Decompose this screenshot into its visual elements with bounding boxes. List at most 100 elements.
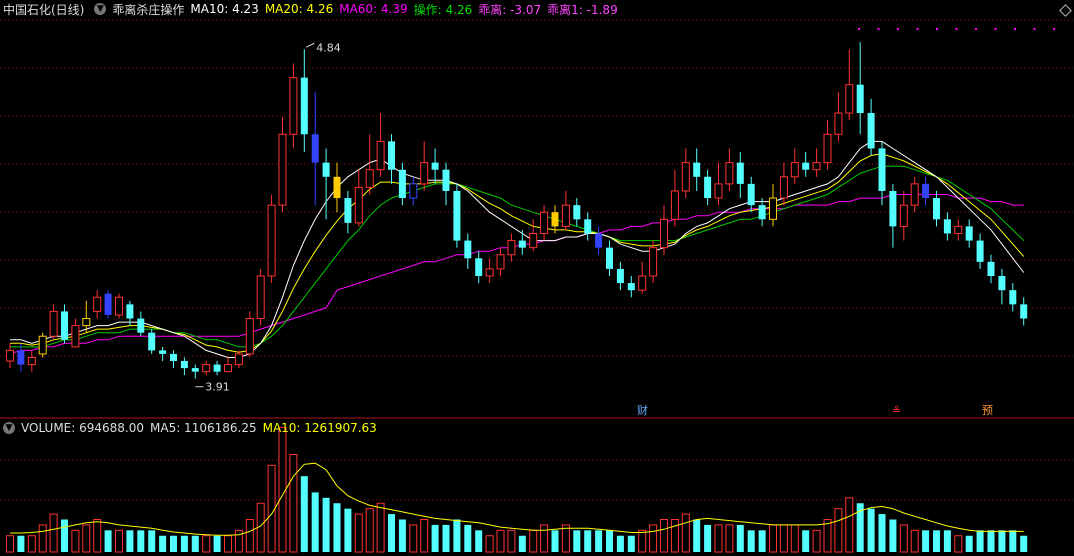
volume-bar: [606, 530, 613, 552]
candle-body: [954, 225, 963, 234]
candle-body: [61, 311, 68, 340]
volume-bar: [933, 530, 940, 552]
candle-body: [398, 169, 406, 199]
volume-bar: [388, 514, 395, 552]
kline-chart: 4.84 3.91 财 ≗ 预: [0, 19, 1074, 553]
volume-bar: [431, 524, 439, 552]
signal-dot: [858, 28, 860, 30]
candle-body: [333, 176, 341, 199]
indicator-name[interactable]: 乖离杀庄操作: [112, 1, 184, 18]
volume-bar: [409, 524, 418, 553]
volume-bar: [1020, 535, 1028, 552]
signal-dot: [955, 28, 958, 30]
volume-bar: [344, 508, 352, 552]
volume-bar: [736, 524, 744, 552]
op-value: 操作: 4.26: [413, 2, 473, 17]
candle-body: [736, 162, 744, 184]
candle-body: [245, 318, 254, 355]
candle-body: [747, 183, 755, 206]
volume-bar: [213, 535, 221, 552]
signal-dot: [877, 28, 880, 30]
candle-body: [779, 176, 788, 199]
candle-body: [725, 162, 734, 185]
volume-bar: [779, 524, 788, 553]
candle-body: [561, 204, 570, 227]
volume-bar: [518, 535, 526, 552]
volume-bar: [289, 454, 298, 553]
volume-bar: [790, 524, 799, 553]
volume-bar: [965, 535, 973, 552]
candle-body: [714, 183, 723, 199]
volume-bar: [115, 529, 123, 553]
volume-bar: [758, 530, 766, 552]
volume-bar: [49, 513, 58, 553]
bias-value: 乖离: -3.07: [478, 2, 542, 17]
volume-bar: [148, 530, 156, 552]
volume-bar: [245, 519, 254, 553]
candle-body: [126, 304, 134, 319]
candle-body: [660, 218, 668, 249]
candle-body: [998, 276, 1006, 291]
candle-body: [159, 350, 167, 354]
volume-bar: [442, 524, 450, 552]
volume-bar: [267, 464, 276, 553]
volume-bar: [191, 535, 199, 552]
volume-bar: [867, 508, 875, 552]
volume-value[interactable]: VOLUME: 694688.00: [21, 421, 144, 435]
candle-body: [1020, 304, 1028, 319]
marker-yu: 预: [982, 404, 993, 417]
candle-body: [311, 134, 319, 163]
volume-bar: [61, 519, 68, 552]
volume-dropdown-icon[interactable]: ▼: [3, 422, 15, 434]
candle-body: [93, 296, 102, 312]
high-arrow: [306, 42, 315, 48]
signal-dot: [1053, 28, 1055, 30]
candle-body: [790, 162, 799, 178]
main-indicator-bar: 中国石化(日线) ▼ 乖离杀庄操作 MA10: 4.23 MA20: 4.26 …: [0, 0, 624, 18]
stock-title[interactable]: 中国石化(日线): [3, 1, 84, 18]
volume-bar: [693, 519, 701, 552]
candle-body: [289, 77, 298, 135]
candle-body: [922, 183, 930, 199]
candle-body: [987, 261, 995, 276]
volume-bar: [376, 502, 385, 553]
volume-bar: [170, 535, 177, 552]
candle-body: [344, 198, 352, 223]
volume-bar: [584, 530, 592, 552]
candle-body: [365, 169, 374, 188]
volume-bar: [453, 519, 461, 552]
candle-body: [507, 240, 516, 256]
candle-body: [409, 183, 418, 199]
candle-body: [529, 232, 538, 249]
signal-dot: [1014, 28, 1016, 30]
candle-body: [933, 198, 940, 220]
signal-dot: [975, 28, 977, 30]
candle-body: [802, 162, 810, 170]
volume-bar: [769, 524, 777, 553]
op-line: [10, 165, 1025, 348]
marker-zhi: ≗: [892, 404, 901, 417]
volume-bar: [595, 530, 603, 552]
ma60-value: MA60: 4.39: [339, 2, 408, 16]
volume-bar: [649, 524, 658, 553]
candle-body: [388, 141, 395, 170]
volume-bar: [365, 508, 374, 553]
candle-body: [27, 356, 36, 366]
volume-bar: [180, 535, 188, 552]
volume-bar: [17, 535, 25, 552]
candle-body: [180, 361, 188, 369]
volume-bar: [845, 497, 854, 553]
candle-body: [256, 275, 265, 320]
candle-body: [584, 219, 592, 234]
candle-body: [518, 240, 526, 248]
candle-body: [6, 349, 14, 362]
volume-bar: [943, 530, 951, 552]
volume-bar: [354, 513, 363, 553]
candle-body: [704, 176, 712, 199]
signal-dot: [916, 28, 919, 30]
candle-body: [573, 205, 581, 220]
volume-bar: [802, 530, 810, 552]
indicator-dropdown-icon[interactable]: ▼: [94, 3, 107, 15]
candle-body: [899, 204, 908, 227]
candle-body: [606, 247, 613, 269]
